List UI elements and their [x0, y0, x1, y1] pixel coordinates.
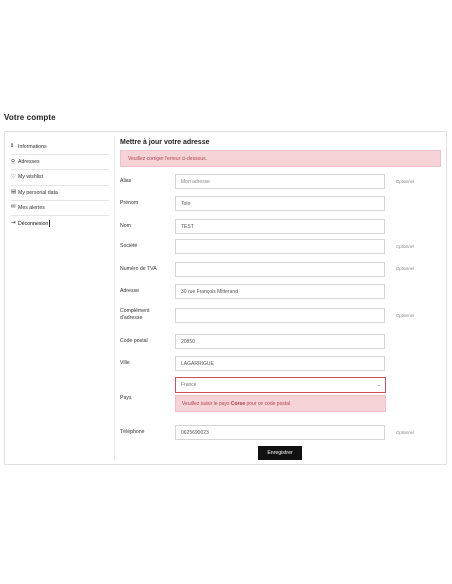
country-error-highlight: Corse: [230, 400, 246, 407]
country-error-message: Veuillez saisir le pays Corse pour ce co…: [175, 395, 386, 412]
sidebar-item-logout[interactable]: ⇥ Déconnexion: [11, 216, 109, 231]
sidebar-item-label: Mes alertes: [18, 204, 45, 211]
info-icon: ℹ: [11, 143, 14, 150]
chevron-down-icon: ⌄: [376, 382, 381, 388]
form-title: Mettre à jour votre adresse: [120, 139, 210, 146]
postcode-input[interactable]: 20850: [175, 334, 385, 349]
sidebar-item-label: My wishlist: [18, 174, 44, 181]
sidebar-item-personal-data[interactable]: ▤ My personal data: [11, 186, 109, 201]
city-label: Ville: [120, 360, 130, 366]
address-value: 30 rue François Mitterand: [181, 288, 238, 295]
column-divider: [114, 136, 115, 460]
lastname-input[interactable]: TEST: [175, 219, 385, 234]
city-input[interactable]: LAGARRIGUE: [175, 356, 385, 371]
alias-label: Alias: [120, 178, 132, 184]
firstname-input[interactable]: Toto: [175, 196, 385, 211]
sidebar-item-alertes[interactable]: ✉ Mes alertes: [11, 201, 109, 216]
phone-optional-hint: Optionnel: [396, 430, 414, 435]
alias-optional-hint: Optionnel: [396, 179, 414, 184]
map-pin-icon: ⚲: [11, 158, 16, 165]
company-optional-hint: Optionnel: [396, 244, 414, 249]
text-cursor: [48, 220, 50, 228]
company-input[interactable]: [175, 239, 385, 254]
alias-placeholder: Mon adresse: [181, 178, 210, 185]
account-sidebar: ℹ Informations ⚲ Adresses ♡ My wishlist …: [11, 140, 109, 231]
firstname-label: Prénom: [120, 200, 139, 206]
address2-input[interactable]: [175, 308, 385, 323]
address2-optional-hint: Optionnel: [396, 313, 414, 318]
document-icon: ▤: [11, 188, 17, 195]
mail-icon: ✉: [11, 204, 16, 211]
error-banner-text: Veuillez corriger l'erreur ci-dessous.: [128, 155, 208, 162]
lastname-label: Nom: [120, 223, 131, 229]
postcode-label: Code postal: [120, 338, 148, 344]
firstname-value: Toto: [181, 200, 191, 207]
sidebar-item-label: Adresses: [18, 159, 40, 166]
postcode-value: 20850: [181, 338, 195, 345]
city-value: LAGARRIGUE: [181, 360, 214, 367]
phone-label: Téléphone: [120, 429, 145, 435]
page-title: Votre compte: [4, 113, 56, 122]
save-button[interactable]: Enregistrer: [258, 446, 302, 460]
sidebar-item-label: My personal data: [18, 189, 58, 196]
heart-icon: ♡: [11, 173, 16, 180]
country-select[interactable]: France ⌄: [175, 377, 386, 393]
sidebar-item-label: Informations: [18, 144, 47, 151]
phone-input[interactable]: 0625690023: [175, 425, 385, 440]
address-label: Adresse: [120, 288, 140, 294]
sidebar-item-adresses[interactable]: ⚲ Adresses: [11, 155, 109, 171]
vat-label: Numéro de TVA: [120, 266, 157, 272]
alias-input[interactable]: Mon adresse: [175, 174, 385, 189]
address-input[interactable]: 30 rue François Mitterand: [175, 284, 385, 299]
lastname-value: TEST: [181, 223, 194, 230]
address2-label: Complément d'adresse: [120, 308, 150, 321]
sidebar-item-label: Déconnexion: [18, 220, 49, 227]
vat-input[interactable]: [175, 262, 385, 277]
sidebar-item-informations[interactable]: ℹ Informations: [11, 140, 109, 156]
sidebar-item-wishlist[interactable]: ♡ My wishlist: [11, 170, 109, 186]
logout-icon: ⇥: [11, 219, 16, 226]
company-label: Société: [120, 243, 138, 249]
country-selected-value: France: [181, 382, 197, 388]
country-label: Pays: [120, 395, 132, 401]
phone-value: 0625690023: [181, 429, 209, 436]
vat-optional-hint: Optionnel: [396, 266, 414, 271]
error-banner: Veuillez corriger l'erreur ci-dessous.: [120, 150, 441, 167]
